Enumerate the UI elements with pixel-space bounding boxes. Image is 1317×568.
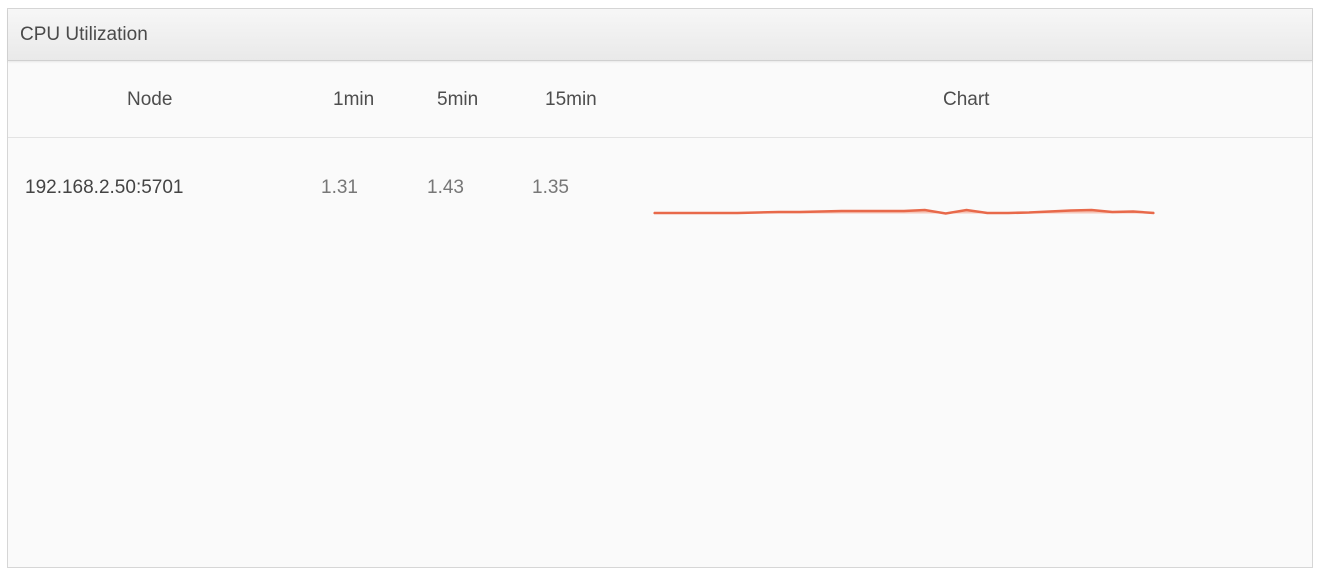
sparkline-point — [694, 212, 697, 214]
column-header-1min[interactable]: 1min — [333, 89, 374, 111]
sparkline-point — [924, 209, 926, 211]
panel-title: CPU Utilization — [20, 23, 148, 45]
node-address[interactable]: 192.168.2.50:5701 — [25, 177, 184, 199]
sparkline-point — [944, 212, 947, 215]
sparkline-point — [882, 210, 884, 212]
sparkline-point — [674, 212, 676, 214]
sparkline-point — [1111, 211, 1114, 213]
sparkline-point — [1028, 211, 1030, 214]
sparkline-point — [1007, 212, 1009, 214]
sparkline-point — [1132, 210, 1134, 213]
sparkline-point — [736, 212, 739, 214]
cpu-sparkline-chart — [653, 208, 1155, 215]
column-header-15min[interactable]: 15min — [545, 89, 597, 111]
sparkline-point — [757, 211, 759, 214]
sparkline-point — [965, 209, 968, 211]
sparkline-point — [840, 210, 843, 212]
sparkline-point — [986, 212, 989, 214]
cpu-utilization-panel: CPU Utilization Node 1min 5min 15min Cha… — [7, 8, 1313, 568]
sparkline-point — [715, 212, 718, 214]
sparkline-point — [1069, 209, 1072, 212]
sparkline-point — [799, 211, 801, 213]
sparkline-point — [819, 210, 822, 213]
sparkline-point — [903, 210, 905, 212]
sparkline-point — [1049, 210, 1051, 213]
load-1min-value: 1.31 — [321, 177, 358, 198]
load-15min-value: 1.35 — [532, 177, 569, 198]
column-header-5min[interactable]: 5min — [437, 89, 478, 111]
table-header-row: Node 1min 5min 15min Chart — [8, 61, 1312, 138]
sparkline-point — [861, 210, 864, 212]
panel-header: CPU Utilization — [8, 9, 1312, 61]
column-header-node[interactable]: Node — [127, 89, 172, 111]
load-5min-value: 1.43 — [427, 177, 464, 198]
sparkline-point — [653, 212, 655, 214]
sparkline-point — [1153, 212, 1155, 214]
sparkline-point — [778, 211, 780, 213]
sparkline-point — [1090, 209, 1093, 211]
column-header-chart: Chart — [943, 89, 990, 110]
table-row: 192.168.2.50:5701 1.31 1.43 1.35 — [8, 138, 1312, 238]
